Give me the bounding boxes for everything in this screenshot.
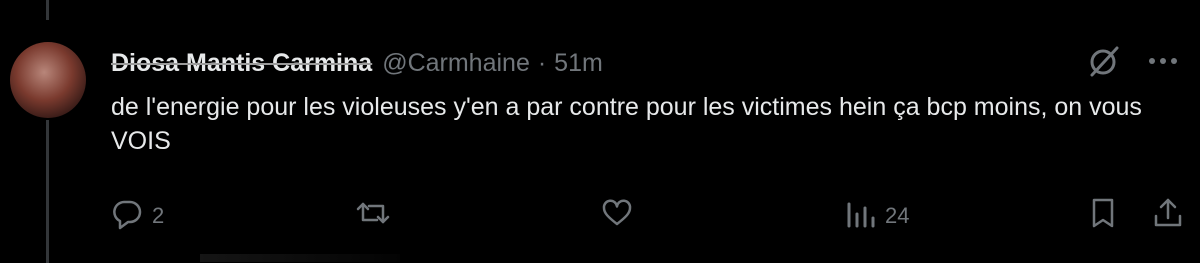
thread-line-bottom	[46, 120, 49, 263]
views-count: 24	[885, 203, 910, 228]
timestamp[interactable]: 51m	[554, 49, 603, 78]
more-icon[interactable]	[1148, 56, 1178, 66]
reply-button[interactable]: 2	[110, 196, 164, 236]
tweet-text: de l'energie pour les violeuses y'en a p…	[111, 93, 1142, 155]
reply-icon	[110, 196, 144, 236]
avatar[interactable]	[10, 42, 86, 118]
share-button[interactable]	[1152, 196, 1184, 236]
faded-next-tweet	[200, 254, 400, 262]
separator-dot: ·	[537, 48, 547, 77]
thread-line-top	[46, 0, 49, 20]
reply-count: 2	[152, 203, 165, 228]
repost-button[interactable]	[355, 196, 399, 236]
views-button[interactable]: 24	[845, 196, 909, 236]
tweet-actions: 2 24	[100, 196, 1190, 236]
tweet-header: Diosa Mantis Carmina @Carmhaine · 51m	[111, 46, 603, 80]
display-name[interactable]: Diosa Mantis Carmina	[111, 49, 372, 78]
user-handle[interactable]: @Carmhaine	[382, 49, 530, 78]
like-button[interactable]	[600, 196, 642, 236]
share-icon	[1152, 196, 1184, 236]
header-actions	[1084, 42, 1178, 80]
grok-icon[interactable]	[1084, 42, 1122, 80]
bookmark-icon	[1088, 196, 1118, 236]
heart-icon	[600, 196, 634, 236]
bookmark-button[interactable]	[1088, 196, 1118, 236]
repost-icon	[355, 196, 391, 236]
views-icon	[845, 196, 877, 236]
